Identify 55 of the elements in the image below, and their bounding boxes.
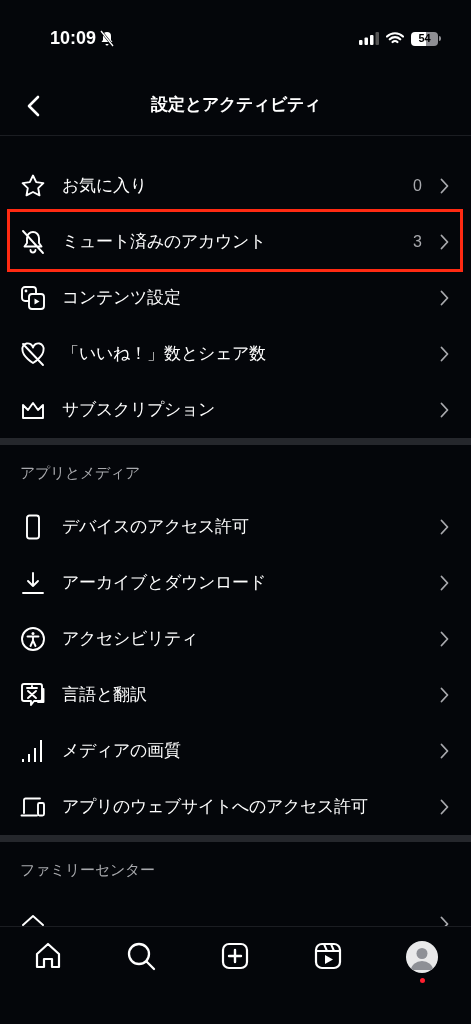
settings-item[interactable]: メディアの画質 (0, 723, 471, 779)
item-label: 言語と翻訳 (62, 684, 148, 707)
create-icon[interactable] (219, 941, 250, 971)
item-label: デバイスのアクセス許可 (62, 516, 250, 539)
battery-level: 54 (418, 33, 431, 44)
settings-item[interactable]: デバイスのアクセス許可 (0, 499, 471, 555)
accessibility-icon (20, 626, 46, 652)
star-icon (20, 173, 46, 199)
item-label: コンテンツ設定 (62, 287, 182, 310)
item-label: 「いいね！」数とシェア数 (62, 343, 267, 366)
settings-item[interactable]: 「いいね！」数とシェア数 (0, 326, 471, 382)
item-label: アクセシビリティ (62, 628, 199, 651)
item-label: お気に入り (62, 175, 148, 198)
chevron-icon (440, 743, 449, 759)
item-label: アプリのウェブサイトへのアクセス許可 (62, 796, 369, 819)
chevron-icon (440, 178, 449, 194)
chevron-icon (440, 290, 449, 306)
chevron-icon (440, 402, 449, 418)
chevron-icon (440, 799, 449, 815)
item-label: アーカイブとダウンロード (62, 572, 267, 595)
heart-slash-icon (20, 341, 46, 367)
item-label: ミュート済みのアカウント (62, 231, 267, 254)
settings-item[interactable]: サブスクリプション (0, 382, 471, 438)
chevron-icon (440, 519, 449, 535)
settings-item[interactable]: アーカイブとダウンロード (0, 555, 471, 611)
bell-slash-icon (99, 30, 116, 47)
chevron-icon (440, 234, 449, 250)
status-time: 10:09 (50, 27, 97, 50)
home-icon[interactable] (33, 941, 63, 971)
settings-item[interactable]: ミュート済みのアカウント 3 (0, 214, 471, 270)
item-label: メディアの画質 (62, 740, 182, 763)
search-icon[interactable] (126, 941, 157, 971)
section-heading: ファミリーセンター (20, 860, 155, 881)
profile-avatar[interactable] (406, 941, 438, 973)
chevron-icon (440, 631, 449, 647)
settings-item[interactable]: お気に入り 0 (0, 158, 471, 214)
translate-icon (20, 682, 46, 708)
section-heading: アプリとメディア (20, 463, 140, 484)
download-icon (20, 570, 46, 596)
chevron-icon (440, 346, 449, 362)
chevron-icon (440, 575, 449, 591)
page-title: 設定とアクティビティ (150, 94, 321, 117)
item-count: 0 (413, 176, 422, 196)
reels-icon[interactable] (312, 941, 343, 971)
bell-slash-icon (20, 229, 46, 255)
settings-item[interactable]: コンテンツ設定 (0, 270, 471, 326)
item-label: サブスクリプション (62, 399, 216, 422)
chevron-icon (440, 687, 449, 703)
wifi-icon (386, 32, 404, 45)
signal-icon (359, 32, 379, 45)
item-count: 3 (413, 232, 422, 252)
settings-item[interactable]: 言語と翻訳 (0, 667, 471, 723)
settings-item[interactable]: アプリのウェブサイトへのアクセス許可 (0, 779, 471, 835)
media-icon (20, 285, 46, 311)
settings-item[interactable]: アクセシビリティ (0, 611, 471, 667)
